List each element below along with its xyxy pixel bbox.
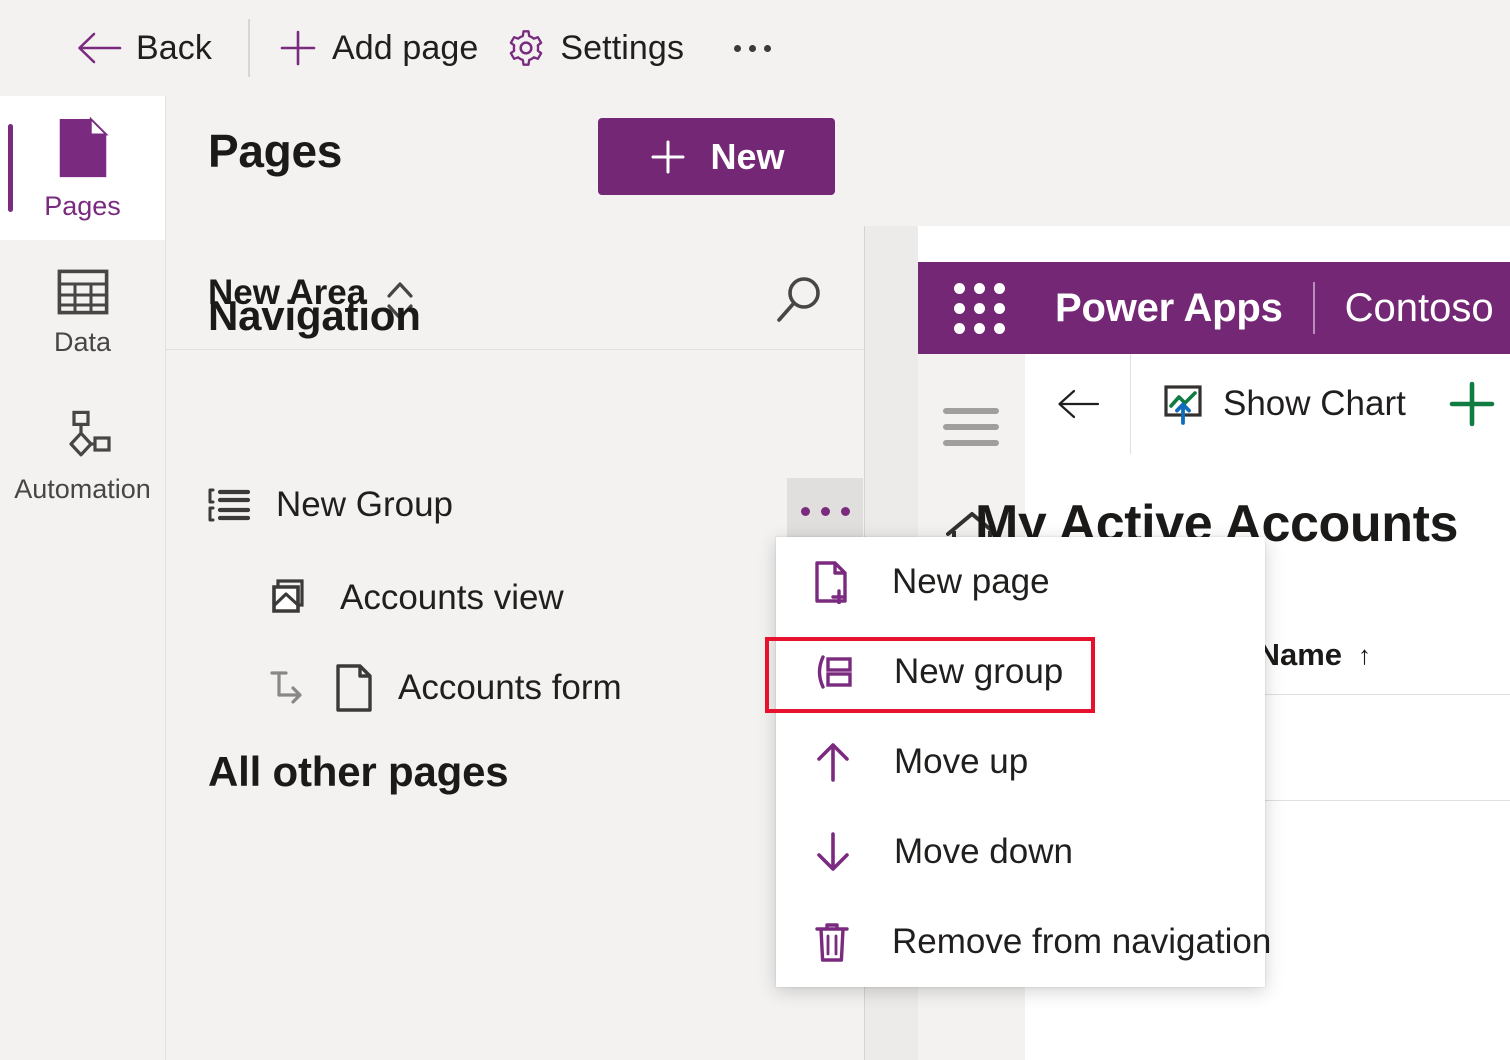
ellipsis-icon xyxy=(734,44,742,52)
menu-item-move-down[interactable]: Move down xyxy=(776,807,1265,897)
add-page-button[interactable]: Add page xyxy=(264,18,492,78)
tree-item-label: Accounts view xyxy=(340,578,564,617)
ellipsis-icon xyxy=(749,44,757,52)
subitem-arrow-icon xyxy=(266,667,310,709)
show-chart-button[interactable]: Show Chart xyxy=(1161,382,1406,426)
command-bar: Back Add page Settings xyxy=(0,0,1510,96)
tree-item-label: New Group xyxy=(276,485,454,524)
menu-item-new-group[interactable]: New group xyxy=(776,627,1265,717)
new-page-icon xyxy=(812,560,852,604)
flow-icon xyxy=(55,410,111,462)
app-root: Back Add page Settings Pages Data Automa… xyxy=(0,0,1510,1060)
search-icon[interactable] xyxy=(774,273,826,325)
view-icon xyxy=(268,576,312,620)
left-rail: Pages Data Automation xyxy=(0,96,165,1060)
ellipsis-icon xyxy=(840,506,850,516)
menu-item-move-up[interactable]: Move up xyxy=(776,717,1265,807)
ellipsis-icon xyxy=(800,506,810,516)
menu-item-remove-from-navigation[interactable]: Remove from navigation xyxy=(776,897,1271,987)
trash-icon xyxy=(812,920,852,964)
arrow-up-icon xyxy=(812,740,854,784)
rail-item-label: Automation xyxy=(14,473,151,504)
menu-item-label: Move down xyxy=(894,832,1073,871)
page-icon xyxy=(55,116,111,179)
preview-command-bar: Show Chart xyxy=(1025,354,1510,455)
plus-icon xyxy=(278,28,318,68)
new-record-button[interactable] xyxy=(1446,378,1498,430)
menu-item-label: New group xyxy=(894,652,1064,691)
rail-item-label: Pages xyxy=(44,190,121,221)
menu-item-new-page[interactable]: New page xyxy=(776,537,1265,627)
all-other-pages-heading: All other pages xyxy=(208,748,509,795)
menu-item-label: New page xyxy=(892,562,1050,601)
sort-ascending-icon: ↑ xyxy=(1358,639,1372,670)
pages-pane: Pages New New Area Navigation New Group … xyxy=(165,96,866,1060)
tree-item-label: Accounts form xyxy=(398,668,622,707)
group-list-icon xyxy=(208,487,250,523)
menu-item-label: Move up xyxy=(894,742,1029,781)
page-title: Pages xyxy=(208,125,343,177)
add-page-label: Add page xyxy=(332,28,479,67)
brand-label: Power Apps xyxy=(1055,285,1283,330)
plus-icon xyxy=(648,137,688,177)
arrow-left-icon xyxy=(76,28,122,68)
rail-item-label: Data xyxy=(53,326,112,357)
show-chart-label: Show Chart xyxy=(1223,384,1406,423)
settings-label: Settings xyxy=(560,28,685,67)
settings-button[interactable]: Settings xyxy=(492,18,698,78)
back-button[interactable]: Back xyxy=(62,18,226,78)
menu-item-label: Remove from navigation xyxy=(892,922,1272,961)
arrow-left-icon xyxy=(1055,385,1101,423)
table-icon xyxy=(57,269,109,315)
ellipsis-icon xyxy=(764,44,772,52)
rail-item-data[interactable]: Data xyxy=(0,240,165,384)
context-menu: New page New group Move up Move down Rem… xyxy=(776,537,1271,987)
tree-item-more-button[interactable] xyxy=(787,478,863,544)
ellipsis-icon xyxy=(820,506,830,516)
rail-item-automation[interactable]: Automation xyxy=(0,384,165,528)
environment-label: Contoso xyxy=(1344,285,1494,330)
command-bar-divider xyxy=(248,19,250,77)
power-apps-header: Power Apps Contoso xyxy=(918,262,1510,354)
new-button[interactable]: New xyxy=(598,118,835,195)
form-page-icon xyxy=(334,664,374,712)
hamburger-icon[interactable] xyxy=(940,404,1002,450)
header-divider xyxy=(1312,282,1315,334)
app-launcher-icon[interactable] xyxy=(954,282,1005,334)
new-button-label: New xyxy=(710,135,785,177)
rail-item-pages[interactable]: Pages xyxy=(0,96,165,240)
preview-back-button[interactable] xyxy=(1025,354,1131,454)
gear-icon xyxy=(506,28,546,68)
overflow-menu-button[interactable] xyxy=(720,23,785,73)
pages-pane-header: Pages New xyxy=(166,96,866,253)
navigation-heading: Navigation xyxy=(208,292,421,339)
back-label: Back xyxy=(136,28,212,67)
chart-icon xyxy=(1161,382,1205,426)
new-group-icon xyxy=(812,653,854,691)
arrow-down-icon xyxy=(812,830,854,874)
